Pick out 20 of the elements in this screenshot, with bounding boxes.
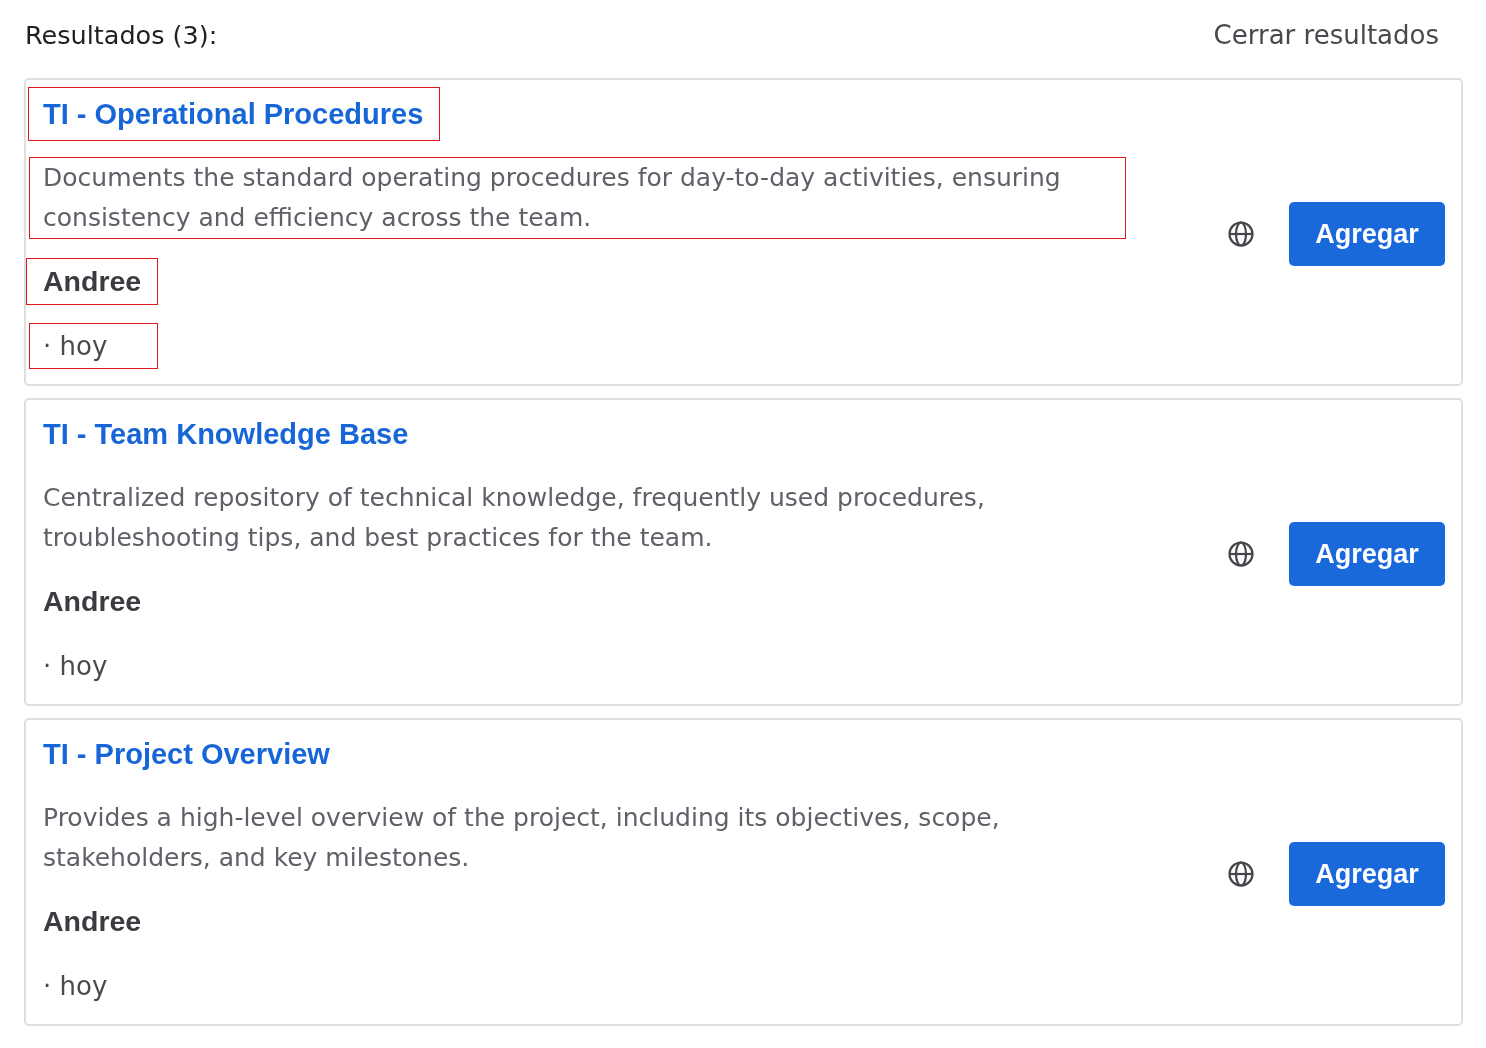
- add-button[interactable]: Agregar: [1289, 842, 1445, 906]
- add-button[interactable]: Agregar: [1289, 202, 1445, 266]
- author-name: Andree: [42, 904, 143, 939]
- result-description: Centralized repository of technical knowledge, frequently used procedures, troubleshooting tips, and best practices for the team.: [42, 482, 986, 554]
- result-description: Provides a high-level overview of the project, including its objectives, scope, stakeholders, and key milestones.: [42, 802, 1001, 874]
- date-label: · hoy: [42, 650, 109, 683]
- result-description: Documents the standard operating procedures for day-to-day activities, ensuring consistency and efficiency across the team.: [29, 157, 1126, 239]
- globe-icon: [1228, 861, 1254, 887]
- add-button[interactable]: Agregar: [1289, 522, 1445, 586]
- close-results-link[interactable]: Cerrar resultados: [1205, 15, 1463, 54]
- author-name: Andree: [26, 258, 158, 305]
- result-title-link[interactable]: TI - Project Overview: [28, 727, 347, 781]
- date-label: · hoy: [29, 323, 158, 369]
- globe-icon: [1228, 221, 1254, 247]
- globe-icon: [1228, 541, 1254, 567]
- date-label: · hoy: [42, 970, 109, 1003]
- results-heading: Resultados (3):: [24, 19, 218, 50]
- result-title-link[interactable]: TI - Team Knowledge Base: [28, 407, 426, 461]
- author-name: Andree: [42, 584, 143, 619]
- result-title-link[interactable]: TI - Operational Procedures: [28, 87, 441, 141]
